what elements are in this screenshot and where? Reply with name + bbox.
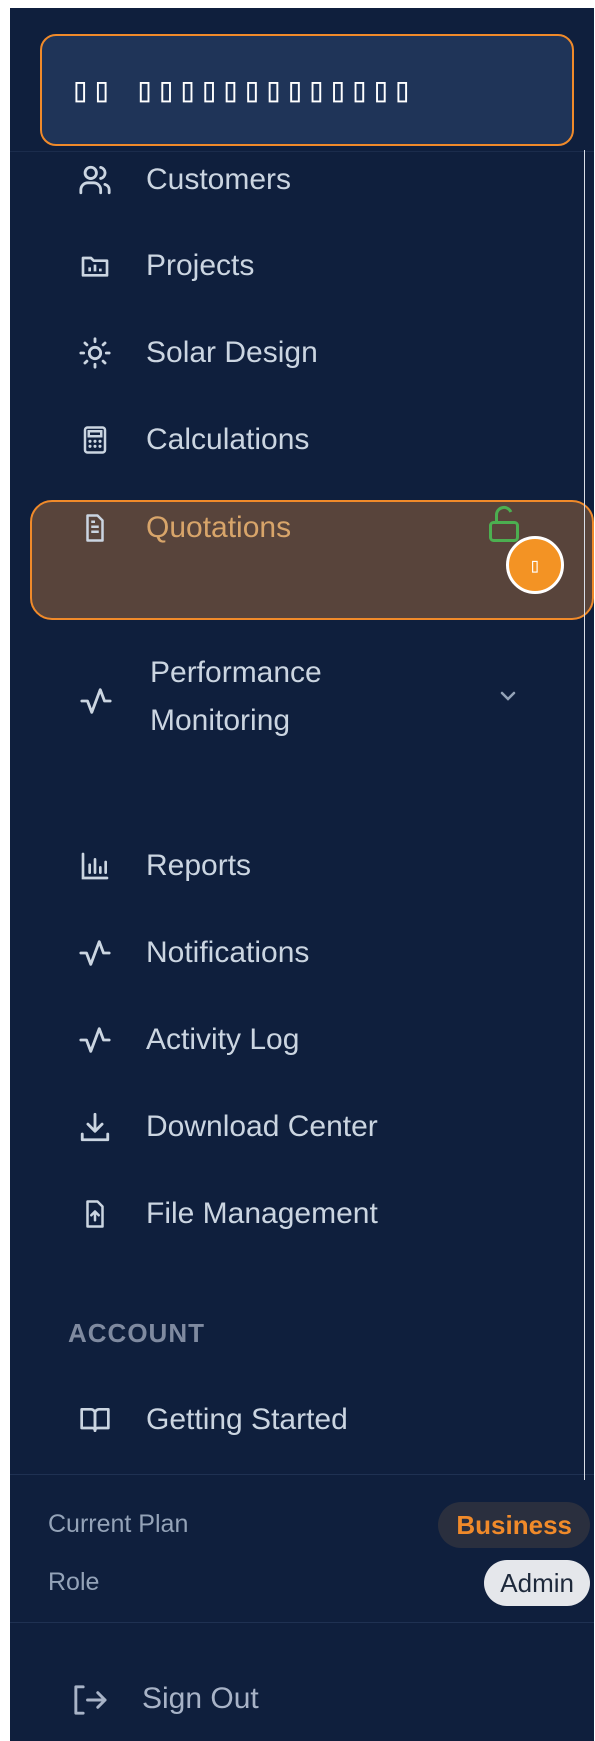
sun-icon (78, 336, 112, 370)
role-badge: Admin (484, 1560, 590, 1606)
sidebar-item-label: Projects (146, 249, 255, 282)
sidebar-item-download-center[interactable]: Download Center (10, 1097, 594, 1157)
calculator-icon (78, 423, 112, 457)
file-upload-icon (78, 1197, 112, 1231)
current-plan-label: Current Plan (48, 1510, 189, 1538)
sign-out-button[interactable]: Sign Out (10, 1670, 594, 1730)
sidebar-item-calculations[interactable]: Calculations (10, 410, 594, 470)
notification-badge[interactable]: ▯ (506, 536, 564, 594)
sidebar-item-label: Performance (150, 656, 322, 689)
book-open-icon (78, 1403, 112, 1437)
app-frame: ▯▯ ▯▯▯▯▯▯▯▯▯▯▯▯▯ Customers Projects Sola… (0, 0, 595, 1741)
sidebar-item-performance-monitoring[interactable]: Performance Monitoring (10, 648, 594, 758)
sidebar-item-label: Download Center (146, 1110, 378, 1143)
role-label: Role (48, 1568, 100, 1596)
sidebar-item-label: File Management (146, 1197, 378, 1230)
sidebar-item-label: Notifications (146, 936, 310, 969)
sidebar-item-customers[interactable]: Customers (10, 150, 594, 210)
sidebar-item-getting-started[interactable]: Getting Started (10, 1390, 594, 1450)
sidebar-item-label: Calculations (146, 423, 310, 456)
sign-out-label: Sign Out (142, 1682, 259, 1715)
chevron-down-icon[interactable] (496, 684, 520, 708)
log-out-icon (70, 1682, 108, 1718)
folder-chart-icon (78, 249, 112, 283)
users-icon (78, 163, 112, 197)
current-plan-row: Current Plan Business (48, 1502, 594, 1548)
highlight-tooltip: ▯▯ ▯▯▯▯▯▯▯▯▯▯▯▯▯ (40, 34, 574, 146)
sidebar-item-label: Quotations (146, 511, 292, 544)
activity-icon (78, 1023, 112, 1057)
plan-badge: Business (438, 1502, 590, 1548)
sidebar-item-file-management[interactable]: File Management (10, 1184, 594, 1244)
activity-icon (78, 684, 112, 718)
sidebar-item-projects[interactable]: Projects (10, 236, 594, 296)
sidebar-item-label: Activity Log (146, 1023, 300, 1056)
sidebar-header: ▯▯ ▯▯▯▯▯▯▯▯▯▯▯▯▯ (10, 8, 594, 152)
sidebar-item-label: Reports (146, 849, 252, 882)
document-icon (78, 511, 112, 545)
unlock-icon (486, 504, 522, 544)
sidebar-item-notifications[interactable]: Notifications (10, 923, 594, 983)
download-icon (78, 1110, 112, 1144)
sidebar-item-label: Getting Started (146, 1403, 348, 1436)
sidebar-item-label: Solar Design (146, 336, 318, 369)
sidebar-item-reports[interactable]: Reports (10, 836, 594, 896)
sidebar-item-label: Customers (146, 163, 292, 196)
sidebar-item-label: Monitoring (150, 704, 291, 737)
section-heading-account: ACCOUNT (68, 1318, 205, 1348)
sidebar-item-solar-design[interactable]: Solar Design (10, 323, 594, 383)
divider (10, 1622, 594, 1623)
sidebar: ▯▯ ▯▯▯▯▯▯▯▯▯▯▯▯▯ Customers Projects Sola… (10, 8, 594, 1741)
sidebar-item-activity-log[interactable]: Activity Log (10, 1010, 594, 1070)
bar-chart-icon (78, 849, 112, 883)
content-edge (584, 150, 585, 1480)
divider (10, 1474, 594, 1475)
activity-icon (78, 936, 112, 970)
role-row: Role Admin (48, 1560, 594, 1606)
